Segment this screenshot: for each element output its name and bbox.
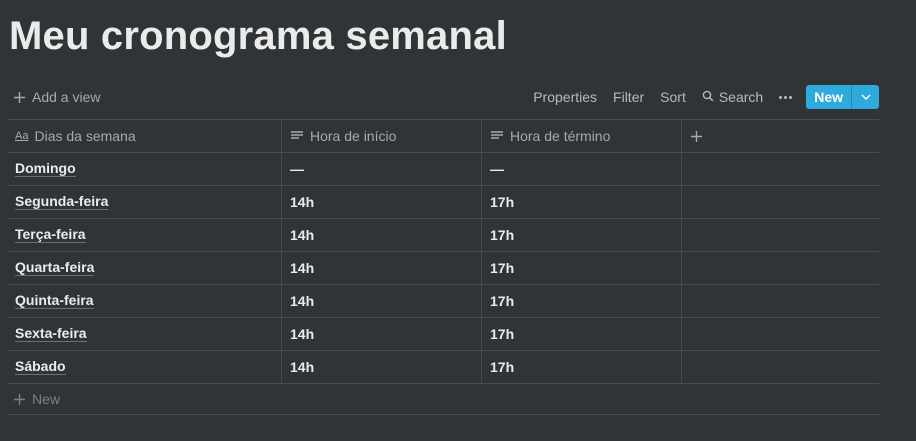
cell-start-time[interactable]: —	[282, 153, 482, 185]
column-header-label: Dias da semana	[34, 128, 136, 144]
cell-end-time[interactable]: 17h	[482, 186, 682, 218]
cell-day[interactable]: Quarta-feira	[7, 252, 282, 284]
title-aa-icon: Aa	[15, 130, 29, 142]
day-name: Domingo	[15, 160, 76, 177]
cell-empty[interactable]	[682, 318, 879, 350]
page-title[interactable]: Meu cronograma semanal	[9, 14, 507, 59]
add-row-label: New	[32, 391, 61, 407]
plus-icon	[690, 130, 703, 143]
column-header-label: Hora de término	[510, 128, 611, 144]
properties-button[interactable]: Properties	[525, 89, 605, 105]
day-name: Quinta-feira	[15, 292, 94, 309]
search-button[interactable]: Search	[694, 89, 771, 105]
cell-day[interactable]: Sábado	[7, 351, 282, 383]
cell-empty[interactable]	[682, 285, 879, 317]
cell-start-time[interactable]: 14h	[282, 186, 482, 218]
day-name: Segunda-feira	[15, 193, 109, 210]
cell-empty[interactable]	[682, 219, 879, 251]
table-row[interactable]: Terça-feira 14h 17h	[7, 219, 879, 252]
plus-icon	[13, 393, 26, 406]
table-row[interactable]: Domingo — —	[7, 153, 879, 186]
add-row-button[interactable]: New	[7, 384, 879, 415]
database-toolbar: Add a view Properties Filter Sort Search…	[7, 82, 879, 112]
cell-day[interactable]: Quinta-feira	[7, 285, 282, 317]
table-row[interactable]: Segunda-feira 14h 17h	[7, 186, 879, 219]
cell-end-time[interactable]: 17h	[482, 252, 682, 284]
search-label: Search	[718, 89, 764, 105]
cell-start-time[interactable]: 14h	[282, 318, 482, 350]
table-row[interactable]: Sábado 14h 17h	[7, 351, 879, 384]
table-row[interactable]: Quinta-feira 14h 17h	[7, 285, 879, 318]
cell-start-time[interactable]: 14h	[282, 219, 482, 251]
database-table: Aa Dias da semana Hora de início Hora de…	[7, 119, 879, 415]
day-name: Terça-feira	[15, 226, 86, 243]
cell-day[interactable]: Segunda-feira	[7, 186, 282, 218]
toolbar-actions: Properties Filter Sort Search New	[525, 85, 879, 109]
table-row[interactable]: Quarta-feira 14h 17h	[7, 252, 879, 285]
cell-start-time[interactable]: 14h	[282, 285, 482, 317]
cell-empty[interactable]	[682, 186, 879, 218]
cell-end-time[interactable]: 17h	[482, 351, 682, 383]
cell-empty[interactable]	[682, 252, 879, 284]
text-lines-icon	[490, 130, 504, 142]
cell-empty[interactable]	[682, 153, 879, 185]
cell-start-time[interactable]: 14h	[282, 252, 482, 284]
cell-end-time[interactable]: 17h	[482, 219, 682, 251]
table-row[interactable]: Sexta-feira 14h 17h	[7, 318, 879, 351]
chevron-down-icon[interactable]	[851, 85, 879, 109]
new-button[interactable]: New	[806, 85, 851, 109]
column-header-hora-inicio[interactable]: Hora de início	[282, 120, 482, 152]
add-view-label: Add a view	[32, 89, 101, 105]
column-header-hora-termino[interactable]: Hora de término	[482, 120, 682, 152]
cell-end-time[interactable]: 17h	[482, 318, 682, 350]
cell-start-time[interactable]: 14h	[282, 351, 482, 383]
new-button-group: New	[806, 85, 879, 109]
cell-empty[interactable]	[682, 351, 879, 383]
text-lines-icon	[290, 130, 304, 142]
table-body: Domingo — — Segunda-feira 14h 17h Terça-feira 1…	[7, 153, 879, 384]
day-name: Sábado	[15, 358, 66, 375]
cell-end-time[interactable]: 17h	[482, 285, 682, 317]
cell-day[interactable]: Terça-feira	[7, 219, 282, 251]
day-name: Quarta-feira	[15, 259, 95, 276]
more-options-icon[interactable]	[771, 85, 802, 109]
column-header-dias[interactable]: Aa Dias da semana	[7, 120, 282, 152]
day-name: Sexta-feira	[15, 325, 87, 342]
cell-end-time[interactable]: —	[482, 153, 682, 185]
add-column-button[interactable]	[682, 120, 879, 152]
plus-icon	[13, 91, 26, 104]
filter-button[interactable]: Filter	[605, 89, 652, 105]
add-view-button[interactable]: Add a view	[13, 89, 100, 105]
sort-button[interactable]: Sort	[652, 89, 694, 105]
table-header-row: Aa Dias da semana Hora de início Hora de…	[7, 120, 879, 153]
search-icon	[702, 89, 714, 105]
cell-day[interactable]: Domingo	[7, 153, 282, 185]
database-page: Meu cronograma semanal Add a view Proper…	[0, 0, 916, 441]
cell-day[interactable]: Sexta-feira	[7, 318, 282, 350]
column-header-label: Hora de início	[310, 128, 397, 144]
